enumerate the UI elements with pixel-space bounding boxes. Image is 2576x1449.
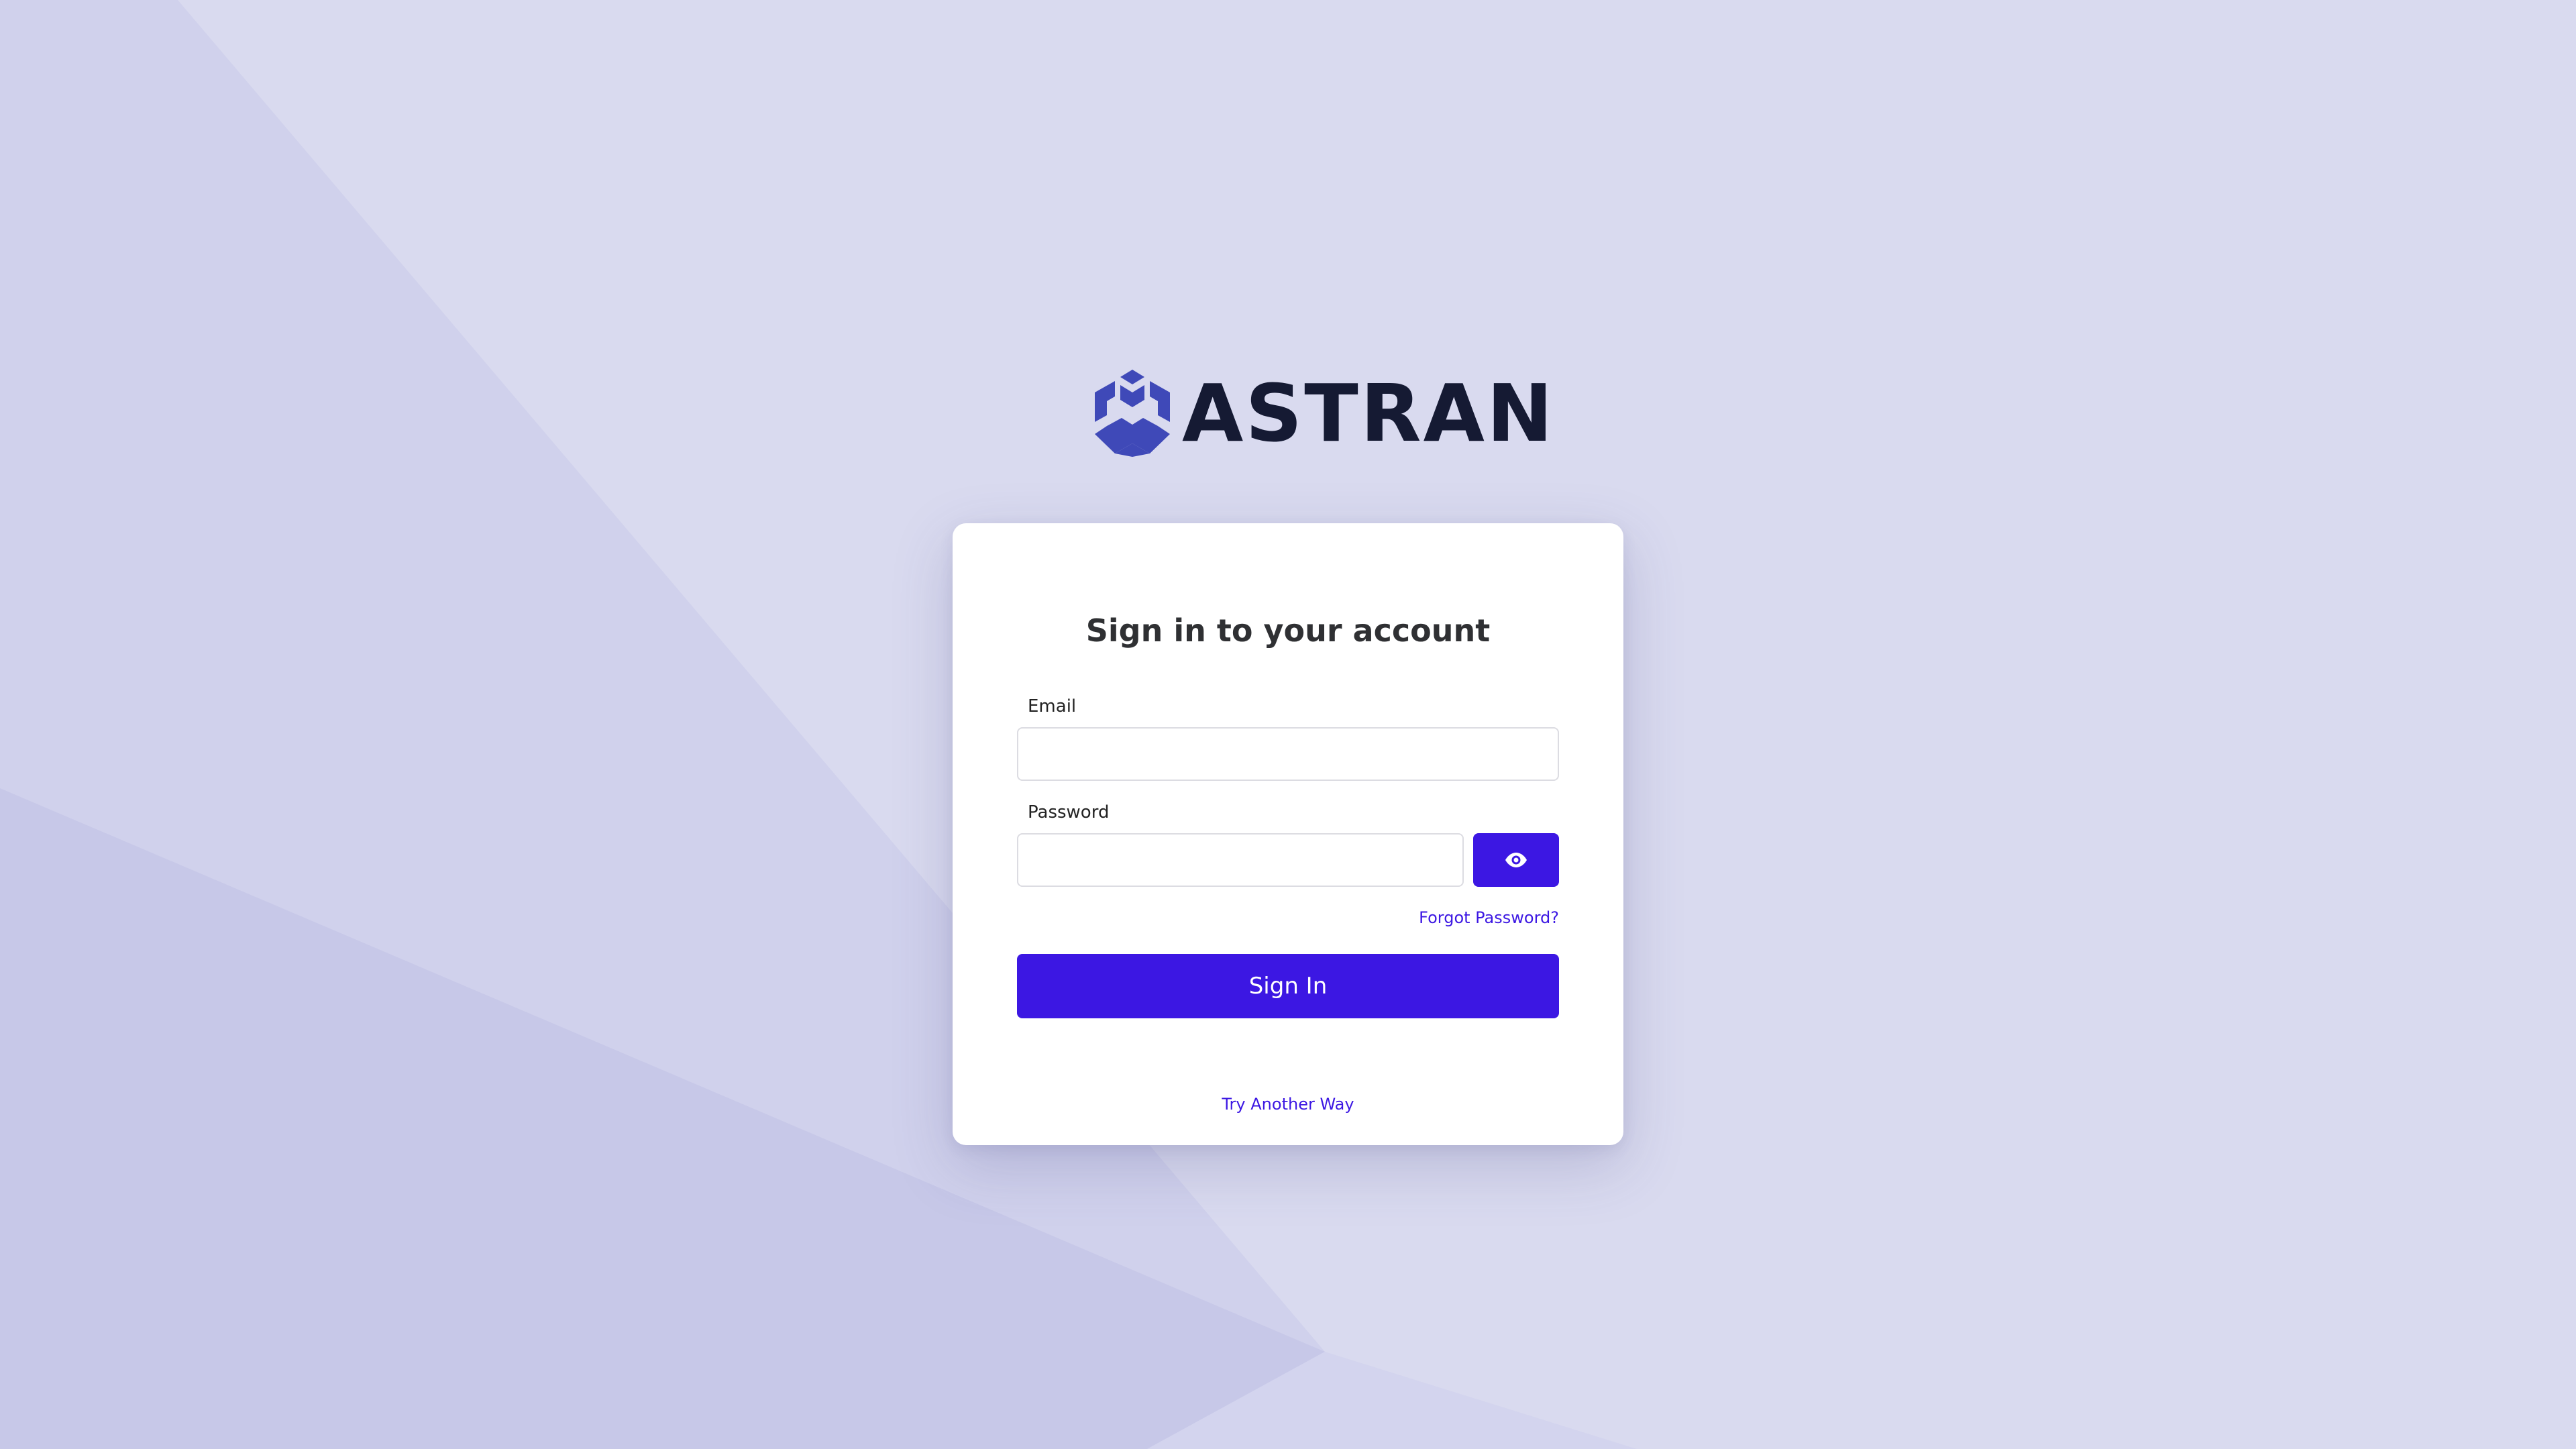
email-label: Email <box>1028 696 1077 716</box>
password-input[interactable] <box>1017 833 1464 887</box>
sign-in-button[interactable]: Sign In <box>1017 954 1559 1018</box>
hexagon-cube-logo-icon <box>1095 370 1170 457</box>
forgot-password-link[interactable]: Forgot Password? <box>1419 907 1559 928</box>
eye-icon <box>1505 853 1527 867</box>
try-another-way-link[interactable]: Try Another Way <box>1222 1095 1354 1114</box>
toggle-password-visibility-button[interactable] <box>1473 833 1559 887</box>
login-card: Sign in to your account Email Password F… <box>953 523 1623 1145</box>
brand-name: ASTRAN <box>1182 367 1555 460</box>
login-page: ASTRAN Sign in to your account Email Pas… <box>0 0 2576 1449</box>
try-another-way-container: Try Another Way <box>953 1093 1623 1115</box>
brand-logo: ASTRAN <box>1095 370 1555 457</box>
email-input[interactable] <box>1017 727 1559 781</box>
login-title: Sign in to your account <box>1085 612 1491 649</box>
password-label: Password <box>1028 802 1110 822</box>
